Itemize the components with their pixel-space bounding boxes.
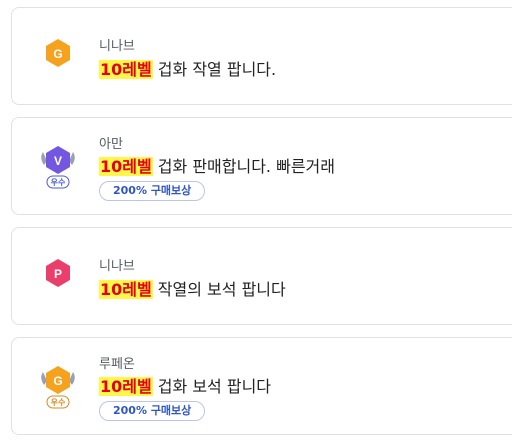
level-highlight: 10레벨 — [99, 157, 153, 176]
seller-grade-v-excellent-icon: V 우수 — [36, 140, 80, 192]
svg-text:P: P — [54, 267, 62, 281]
svg-text:G: G — [53, 374, 62, 388]
level-highlight: 10레벨 — [99, 280, 153, 299]
listing-card[interactable]: G 니나브 10레벨 겁화 작열 팝니다. — [11, 7, 512, 105]
svg-text:V: V — [54, 154, 62, 168]
server-name: 니나브 — [99, 39, 135, 54]
listing-title[interactable]: 10레벨 겁화 작열 팝니다. — [99, 56, 276, 80]
listing-card[interactable]: G 우수 루페온 10레벨 겁화 보석 팝니다 200% 구매보상 — [11, 337, 512, 435]
level-highlight: 10레벨 — [99, 377, 153, 396]
server-name: 아만 — [99, 137, 123, 152]
level-highlight: 10레벨 — [99, 60, 153, 79]
listing-title[interactable]: 10레벨 겁화 보석 팝니다 — [99, 373, 271, 397]
seller-grade-g-icon: G — [36, 31, 80, 83]
purchase-reward-tag: 200% 구매보상 — [99, 181, 206, 201]
rank-label: 우수 — [50, 178, 66, 187]
listing-card[interactable]: P 니나브 10레벨 작열의 보석 팝니다 — [11, 227, 512, 325]
purchase-reward-tag: 200% 구매보상 — [99, 401, 206, 421]
rank-label: 우수 — [50, 398, 66, 407]
seller-grade-g-excellent-icon: G 우수 — [36, 360, 80, 412]
listing-card[interactable]: V 우수 아만 10레벨 겁화 판매합니다. 빠른거래 200% 구매보상 — [11, 117, 512, 215]
seller-grade-p-icon: P — [36, 251, 80, 303]
svg-text:G: G — [53, 47, 62, 61]
listing-title[interactable]: 10레벨 작열의 보석 팝니다 — [99, 276, 286, 300]
listing-title[interactable]: 10레벨 겁화 판매합니다. 빠른거래 — [99, 153, 335, 177]
server-name: 루페온 — [99, 357, 135, 372]
server-name: 니나브 — [99, 259, 135, 274]
